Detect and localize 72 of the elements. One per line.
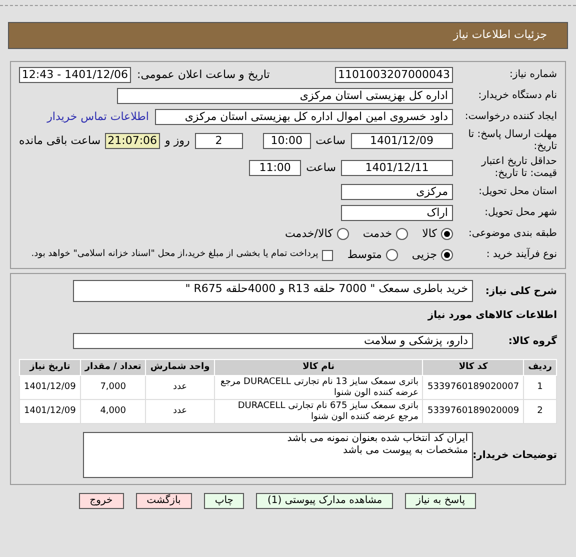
- field-label: استان محل تحویل:: [478, 186, 557, 198]
- radio-label: جزیی: [412, 246, 437, 263]
- radio-button[interactable]: [336, 228, 349, 240]
- radio-button[interactable]: [386, 249, 398, 261]
- table-cell: عدد: [146, 400, 214, 424]
- table-cell: 1401/12/09: [20, 376, 80, 400]
- column-header: تعداد / مقدار: [80, 360, 146, 376]
- table-cell: 5339760189020007: [422, 376, 524, 400]
- text-field[interactable]: اداره کل بهزیستی استان مرکزی: [117, 88, 453, 104]
- text-field[interactable]: 10:00: [262, 133, 311, 149]
- table-cell: عدد: [146, 376, 214, 400]
- text-field[interactable]: 1401/12/09: [350, 133, 453, 149]
- text-field[interactable]: دارو، پزشکی و سلامت: [73, 333, 473, 349]
- checkbox-label: پرداخت تمام یا بخشی از مبلغ خرید،از محل "اسناد خزانه اسلامی" خواهد بود.: [31, 248, 318, 262]
- text-field[interactable]: 1401/12/11: [341, 160, 453, 176]
- column-header: کد کالا: [422, 360, 524, 376]
- field-label: روز و: [165, 132, 190, 149]
- header-title: جزئیات اطلاعات نیاز: [453, 27, 547, 44]
- table-cell: 5339760189020009: [422, 400, 524, 424]
- action-button[interactable]: پاسخ به نیاز: [405, 493, 476, 509]
- column-header: ردیف: [524, 360, 556, 376]
- column-header: تاریخ نیاز: [20, 360, 80, 376]
- table-cell: 1: [524, 376, 556, 400]
- radio-button[interactable]: [441, 228, 453, 240]
- radio-button[interactable]: [396, 228, 408, 240]
- section-heading: اطلاعات کالاهای مورد نیاز: [426, 309, 557, 323]
- action-button[interactable]: چاپ: [204, 493, 244, 509]
- field-label: شرح کلی نیاز:: [484, 285, 557, 299]
- radio-label: کالا/خدمت: [285, 226, 333, 242]
- text-field[interactable]: 21:07:06: [104, 133, 160, 149]
- field-label: طبقه بندی موضوعی:: [468, 228, 557, 240]
- text-field[interactable]: اراک: [341, 205, 453, 221]
- field-label: مهلت ارسال پاسخ: تا تاریخ:: [467, 129, 557, 153]
- field-label: گروه کالا:: [507, 334, 557, 348]
- field-label: ساعت: [316, 132, 346, 149]
- table-cell: باتری سمعک سایز 675 نام تجارتی DURACELL مرجع عرضه کننده الون شنوا: [214, 400, 423, 424]
- action-button[interactable]: خروج: [78, 493, 124, 509]
- field-label: شماره نیاز:: [508, 69, 557, 81]
- checkbox[interactable]: [322, 250, 334, 260]
- field-label: ساعت باقی مانده: [19, 132, 101, 149]
- radio-label: خدمت: [362, 226, 392, 242]
- table-cell: 4,000: [80, 400, 146, 424]
- field-label: ساعت: [306, 160, 336, 176]
- table-cell: 2: [524, 400, 556, 424]
- text-field[interactable]: 1401/12/06 - 12:43: [19, 67, 131, 83]
- table-cell: باتری سمعک سایز 13 نام تجارتی DURACELL مرجع عرضه کننده الون شنوا: [214, 376, 423, 400]
- column-header: واحد شمارش: [146, 360, 214, 376]
- notes-line: ایران کد انتخاب شده بعنوان نمونه می باشد: [286, 433, 468, 445]
- text-field[interactable]: داود خسروی امین اموال اداره کل بهزیستی استان مرکزی: [155, 109, 453, 125]
- field-label: ایجاد کننده درخواست:: [464, 111, 557, 123]
- notes-line: مشخصات به پیوست می باشد: [342, 445, 468, 457]
- field-label: تاریخ و ساعت اعلان عمومی:: [137, 66, 270, 83]
- text-field[interactable]: 11:00: [249, 160, 302, 176]
- action-button[interactable]: مشاهده مدارک پیوستی (1): [256, 493, 394, 509]
- radio-label: متوسط: [347, 246, 382, 263]
- radio-button[interactable]: [441, 249, 453, 261]
- field-label: توضیحات خریدار:: [473, 448, 557, 462]
- text-field[interactable]: 2: [194, 133, 243, 149]
- contact-link[interactable]: اطلاعات تماس خریدار: [47, 108, 149, 126]
- action-button[interactable]: بازگشت: [136, 493, 192, 509]
- text-field[interactable]: 1101003207000043: [335, 67, 453, 83]
- summary-field[interactable]: خرید باطری سمعک " 7000 حلقه R13 و 4000حلقه R675 ": [73, 280, 473, 302]
- column-header: نام کالا: [214, 360, 423, 376]
- field-label: نوع فرآیند خرید :: [485, 249, 557, 261]
- field-label: شهر محل تحویل:: [484, 207, 557, 219]
- table-cell: 7,000: [80, 376, 146, 400]
- table-cell: 1401/12/09: [20, 400, 80, 424]
- notes-field[interactable]: ایران کد انتخاب شده بعنوان نمونه می باشد مشخصات به پیوست می باشد: [83, 432, 473, 478]
- text-field[interactable]: مرکزی: [341, 184, 453, 200]
- field-label: نام دستگاه خریدار:: [477, 90, 557, 102]
- field-label: حداقل تاریخ اعتبار قیمت: تا تاریخ:: [480, 156, 557, 180]
- radio-label: کالا: [422, 226, 437, 242]
